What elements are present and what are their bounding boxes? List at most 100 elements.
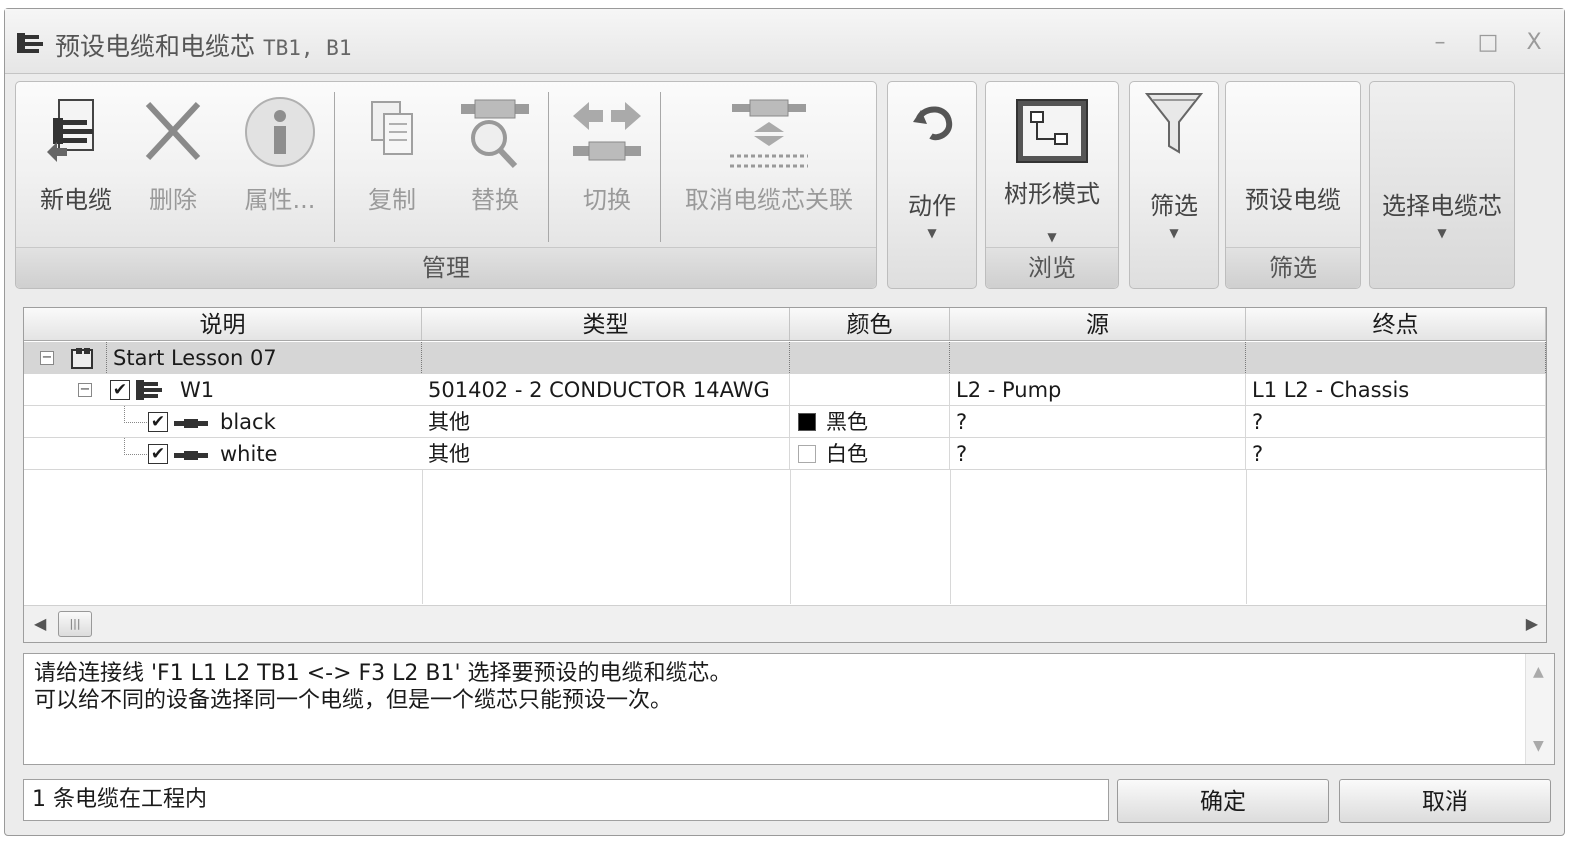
preset-cable-button[interactable]: 预设电缆	[1226, 90, 1360, 240]
action-dropdown-button[interactable]: 动作 ▼	[888, 82, 976, 282]
table-row[interactable]: ✔ black 其他 黑色 ? ?	[24, 406, 1546, 438]
browse-group: 树形模式 ▼ 浏览	[985, 81, 1119, 289]
tree-mode-button[interactable]: 树形模式 ▼	[986, 90, 1118, 250]
tree-connector	[124, 438, 149, 455]
copy-button[interactable]: 复制	[342, 90, 442, 230]
row-source: ?	[950, 438, 1246, 469]
close-button[interactable]: X	[1519, 31, 1549, 55]
row-source	[950, 342, 1246, 373]
maximize-button[interactable]: □	[1473, 31, 1503, 55]
replace-icon	[461, 99, 529, 169]
column-header-destination[interactable]: 终点	[1246, 308, 1546, 340]
new-cable-button[interactable]: 新电缆	[26, 90, 126, 230]
row-color: 白色	[820, 438, 950, 469]
browse-group-label: 浏览	[986, 247, 1118, 288]
cable-app-icon	[17, 33, 43, 53]
new-cable-label: 新电缆	[40, 186, 112, 214]
preset-cable-dialog: 预设电缆和电缆芯 TB1, B1 – □ X 新电缆 删除 属性... 复制 替…	[4, 8, 1565, 836]
column-header-description[interactable]: 说明	[24, 308, 422, 340]
filter-group: 预设电缆 筛选	[1225, 81, 1361, 289]
replace-label: 替换	[471, 186, 519, 214]
scroll-left-arrow-icon[interactable]: ◀	[34, 614, 46, 633]
delete-button[interactable]: 删除	[128, 90, 218, 230]
replace-button[interactable]: 替换	[444, 90, 546, 230]
delete-label: 删除	[149, 186, 197, 214]
wire-core-icon	[174, 451, 208, 460]
row-destination: ?	[1246, 438, 1546, 469]
row-checkbox[interactable]: ✔	[110, 380, 130, 400]
row-description: white	[220, 442, 278, 466]
minimize-button[interactable]: –	[1425, 31, 1455, 55]
row-color: 黑色	[820, 406, 950, 437]
new-cable-icon	[47, 99, 94, 162]
column-divider	[790, 470, 791, 604]
row-description: black	[220, 410, 276, 434]
row-destination: L1 L2 - Chassis	[1246, 374, 1546, 405]
collapse-toggle[interactable]: −	[78, 383, 92, 397]
column-header-color[interactable]: 颜色	[790, 308, 950, 340]
properties-button[interactable]: 属性...	[226, 90, 334, 230]
cancel-button[interactable]: 取消	[1339, 779, 1551, 823]
cable-tree-grid: 说明 类型 颜色 源 终点 − Start Lesson 07 − ✔ W1 5…	[23, 307, 1547, 643]
row-checkbox[interactable]: ✔	[148, 412, 168, 432]
title-suffix: TB1, B1	[262, 36, 352, 60]
scroll-thumb[interactable]: |||	[58, 611, 92, 637]
row-color	[790, 342, 950, 373]
action-group: 动作 ▼	[887, 81, 977, 289]
copy-label: 复制	[368, 186, 416, 214]
manage-group-label: 管理	[16, 247, 876, 288]
separator	[660, 92, 661, 242]
scroll-down-arrow-icon[interactable]: ▼	[1533, 738, 1544, 754]
ok-button[interactable]: 确定	[1117, 779, 1329, 823]
row-description: W1	[180, 378, 215, 402]
tree-connector	[124, 406, 149, 423]
scroll-up-arrow-icon[interactable]: ▲	[1533, 664, 1544, 680]
filter-dropdown-group: 筛选 ▼	[1129, 81, 1219, 289]
funnel-icon	[1145, 93, 1203, 154]
chevron-down-icon: ▼	[1437, 226, 1447, 240]
row-type: 501402 - 2 CONDUCTOR 14AWG	[422, 374, 790, 405]
unlink-cores-label: 取消电缆芯关联	[685, 186, 853, 214]
info-icon	[245, 97, 315, 167]
delete-x-icon	[145, 101, 201, 161]
row-type: 其他	[422, 438, 790, 469]
status-field: 1 条电缆在工程内	[23, 779, 1109, 821]
collapse-toggle[interactable]: −	[40, 351, 54, 365]
color-swatch-white	[798, 445, 816, 463]
ribbon: 新电缆 删除 属性... 复制 替换 切换 取消电缆芯关联 管理 动作 ▼ 树形…	[15, 81, 1553, 291]
row-destination	[1246, 342, 1546, 373]
select-core-group: 选择电缆芯 ▼	[1369, 81, 1515, 289]
action-label: 动作	[908, 192, 956, 220]
title-bar: 预设电缆和电缆芯 TB1, B1 – □ X	[5, 9, 1564, 74]
chevron-down-icon: ▼	[927, 226, 937, 240]
grid-header: 说明 类型 颜色 源 终点	[24, 308, 1546, 341]
filter-dropdown-button[interactable]: 筛选 ▼	[1130, 82, 1218, 282]
table-row[interactable]: − ✔ W1 501402 - 2 CONDUCTOR 14AWG L2 - P…	[24, 374, 1546, 406]
column-divider	[1246, 470, 1247, 604]
vertical-scrollbar[interactable]: ▲ ▼	[1525, 654, 1554, 764]
unlink-cores-button[interactable]: 取消电缆芯关联	[666, 90, 872, 230]
row-checkbox[interactable]: ✔	[148, 444, 168, 464]
horizontal-scrollbar[interactable]: ◀ ||| ▶	[24, 605, 1546, 642]
filter-group-label: 筛选	[1226, 247, 1360, 288]
tree-mode-label: 树形模式	[1004, 180, 1100, 208]
unlink-cores-icon	[730, 99, 808, 168]
tree-view-icon	[1016, 99, 1088, 163]
preset-cable-label: 预设电缆	[1245, 186, 1341, 214]
separator	[548, 92, 549, 242]
row-type	[422, 342, 790, 373]
column-header-source[interactable]: 源	[950, 308, 1246, 340]
project-icon	[71, 348, 93, 369]
info-message-box: 请给连接线 'F1 L1 L2 TB1 <-> F3 L2 B1' 选择要预设的…	[23, 653, 1555, 765]
scroll-right-arrow-icon[interactable]: ▶	[1526, 614, 1538, 633]
cable-icon	[136, 380, 162, 400]
column-header-type[interactable]: 类型	[422, 308, 790, 340]
switch-button[interactable]: 切换	[556, 90, 658, 230]
table-row[interactable]: ✔ white 其他 白色 ? ?	[24, 438, 1546, 470]
color-swatch-black	[798, 413, 816, 431]
properties-label: 属性...	[244, 186, 316, 214]
column-divider	[950, 470, 951, 604]
select-core-button[interactable]: 选择电缆芯 ▼	[1370, 82, 1514, 282]
table-row[interactable]: − Start Lesson 07	[24, 342, 1546, 374]
switch-arrows-icon	[573, 102, 641, 161]
